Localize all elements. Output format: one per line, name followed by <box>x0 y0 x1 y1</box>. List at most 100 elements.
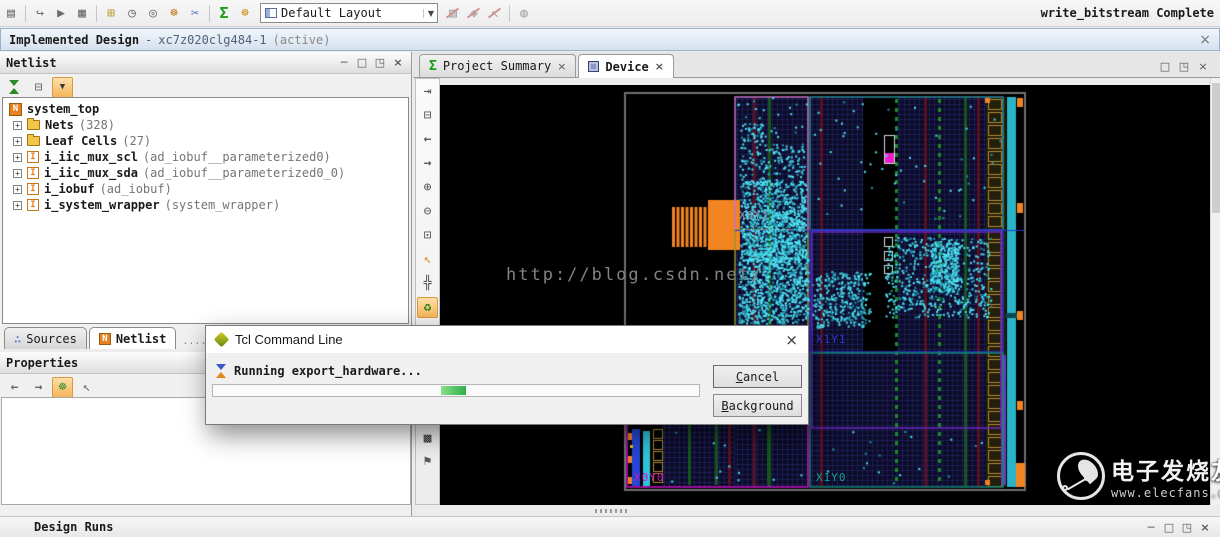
tab-overflow-dots[interactable]: .... <box>182 336 206 349</box>
chip-icon <box>588 61 599 72</box>
tcl-command-line-dialog: Tcl Command Line × Running export_hardwa… <box>205 325 809 425</box>
netlist-doc-icon[interactable]: ▼ <box>52 77 73 98</box>
zoom-out-icon[interactable]: ⊖ <box>417 201 438 222</box>
close-icon[interactable]: × <box>785 331 798 349</box>
design-runs-panel[interactable]: Design Runs ─ □ ◳ × <box>0 516 1220 537</box>
background-button[interactable]: Background <box>713 394 802 417</box>
splitter-grip[interactable] <box>595 509 629 513</box>
pin-icon[interactable]: ⚑ <box>417 451 438 472</box>
dialog-title-bar[interactable]: Tcl Command Line × <box>206 326 808 353</box>
autoupdate-icon[interactable]: ☸ <box>52 377 73 398</box>
dialog-message-row: Running export_hardware... <box>216 364 422 378</box>
run-icon[interactable]: ▶ <box>51 3 71 23</box>
timing-icon[interactable]: ◷ <box>122 3 142 23</box>
tree-item-type: (ad_iobuf) <box>100 182 172 196</box>
connectivity-icon[interactable]: ⊟ <box>417 105 438 126</box>
dock-icon[interactable]: ⇥ <box>417 81 438 102</box>
tree-item-nets[interactable]: + Nets (328) <box>5 117 408 133</box>
maximize-icon[interactable]: □ <box>355 56 369 70</box>
select-area-icon[interactable]: ↖ <box>417 249 438 270</box>
open-target-icon[interactable]: ▤ <box>1 3 21 23</box>
back-icon[interactable]: ← <box>417 129 438 150</box>
cancel-button[interactable]: Cancel <box>713 365 802 388</box>
expander-icon[interactable]: + <box>13 185 22 194</box>
collapse-all-icon[interactable] <box>4 77 25 98</box>
tree-item-leaf-cells[interactable]: + Leaf Cells (27) <box>5 133 408 149</box>
panel-tab-bar: ∴ Sources N Netlist .... <box>4 325 206 349</box>
fit-selection-icon[interactable]: ╬ <box>417 273 438 294</box>
toolbar-separator <box>96 5 97 22</box>
layout-dropdown-value: Default Layout <box>281 6 382 20</box>
tree-item-type: (ad_iobuf__parameterized0_0) <box>143 166 345 180</box>
tab-netlist[interactable]: N Netlist <box>89 327 177 349</box>
splitter-bar[interactable] <box>413 505 1220 516</box>
tab-device[interactable]: Device × <box>578 54 674 78</box>
project-summary-icon[interactable]: Σ <box>214 3 234 23</box>
export-hardware-icon[interactable]: ↪ <box>30 3 50 23</box>
vertical-scrollbar[interactable] <box>1210 78 1220 505</box>
forward-icon[interactable]: → <box>28 377 49 398</box>
device-die-canvas[interactable] <box>440 85 1210 505</box>
close-icon[interactable]: × <box>655 60 664 73</box>
tools-icon[interactable]: ✂ <box>185 3 205 23</box>
close-icon[interactable]: × <box>391 56 405 70</box>
settings-gear-icon[interactable]: ☸ <box>164 3 184 23</box>
select-icon[interactable]: ↖ <box>76 377 97 398</box>
validate-icon[interactable]: ◎ <box>143 3 163 23</box>
routing-resources-icon[interactable]: ▩ <box>417 428 438 449</box>
context-part: xc7z020clg484-1 <box>158 33 266 47</box>
dashboard-disabled-icon: ▧ <box>443 3 463 23</box>
vivado-window: ▤ ↪ ▶ ▦ ⊞ ◷ ◎ ☸ ✂ Σ ☸ Default Layout ▼ ▧… <box>0 0 1220 537</box>
close-icon[interactable]: × <box>1199 32 1211 48</box>
main-toolbar: ▤ ↪ ▶ ▦ ⊞ ◷ ◎ ☸ ✂ Σ ☸ Default Layout ▼ ▧… <box>0 0 1220 27</box>
watermark-text: http://blog.csdn.net/ <box>506 265 763 285</box>
float-icon[interactable]: ◳ <box>1177 59 1191 73</box>
zoom-in-icon[interactable]: ⊕ <box>417 177 438 198</box>
maximize-icon[interactable]: □ <box>1162 520 1176 534</box>
tree-item-label: Nets <box>45 118 74 132</box>
progress-bar <box>212 384 700 397</box>
scrollbar-thumb[interactable] <box>1212 83 1220 213</box>
expander-icon[interactable]: + <box>13 137 22 146</box>
tab-sources[interactable]: ∴ Sources <box>4 327 87 349</box>
expander-icon[interactable]: + <box>13 201 22 210</box>
float-icon[interactable]: ◳ <box>1180 520 1194 534</box>
forward-icon[interactable]: → <box>417 153 438 174</box>
tree-root[interactable]: N system_top <box>5 101 408 117</box>
layout-gear-icon[interactable]: ☸ <box>235 3 255 23</box>
float-icon[interactable]: ◳ <box>373 56 387 70</box>
layout-dropdown[interactable]: Default Layout ▼ <box>260 3 438 23</box>
close-icon[interactable]: × <box>1198 520 1212 534</box>
dialog-title: Tcl Command Line <box>235 332 343 347</box>
minimize-icon[interactable]: ─ <box>1144 520 1158 534</box>
hourglass-icon <box>216 364 227 378</box>
program-device-icon[interactable]: ▦ <box>72 3 92 23</box>
close-icon[interactable]: × <box>557 60 566 73</box>
autofit-selection-icon[interactable]: ♻ <box>417 297 438 318</box>
clock-region-label-x0y2: X0Y2 <box>739 209 770 222</box>
tree-item-label: i_iic_mux_scl <box>44 150 138 164</box>
expander-icon[interactable]: + <box>13 121 22 130</box>
back-icon[interactable]: ← <box>4 377 25 398</box>
device-floorplan-view[interactable]: http://blog.csdn.net/ X0Y2 X1Y1 X0Y0 X1Y… <box>440 85 1210 505</box>
netlist-panel-header: Netlist ─ □ ◳ × <box>0 52 411 74</box>
close-icon[interactable]: × <box>1196 59 1210 73</box>
minimize-icon[interactable]: ─ <box>337 56 351 70</box>
tree-item-instance[interactable]: + I i_iic_mux_sda (ad_iobuf__parameteriz… <box>5 165 408 181</box>
expander-icon[interactable]: + <box>13 169 22 178</box>
tree-item-instance[interactable]: + I i_iobuf (ad_iobuf) <box>5 181 408 197</box>
toolbar-separator <box>25 5 26 22</box>
schematic-icon[interactable]: ⊟ <box>28 77 49 98</box>
instance-icon: I <box>27 199 39 211</box>
zoom-fit-icon[interactable]: ⊡ <box>417 225 438 246</box>
elecfans-name: 电子发烧友 <box>1111 452 1220 486</box>
toolbar-separator <box>209 5 210 22</box>
schematic-icon[interactable]: ⊞ <box>101 3 121 23</box>
tab-project-summary[interactable]: Σ Project Summary × <box>419 54 576 77</box>
expander-icon[interactable]: + <box>13 153 22 162</box>
properties-panel-title: Properties <box>6 356 78 370</box>
tree-item-instance[interactable]: + I i_system_wrapper (system_wrapper) <box>5 197 408 213</box>
tree-item-instance[interactable]: + I i_iic_mux_scl (ad_iobuf__parameteriz… <box>5 149 408 165</box>
maximize-icon[interactable]: □ <box>1158 59 1172 73</box>
chevron-down-icon[interactable]: ▼ <box>423 9 434 18</box>
